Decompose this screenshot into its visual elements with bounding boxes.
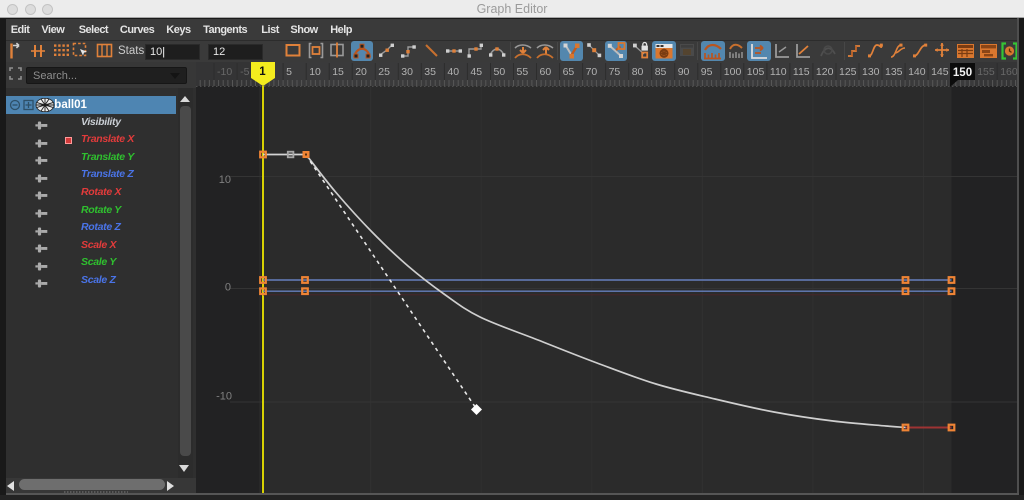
svg-text:110: 110: [770, 66, 787, 78]
svg-text:160: 160: [1000, 66, 1017, 78]
svg-text:135: 135: [885, 66, 903, 78]
svg-text:115: 115: [793, 66, 810, 78]
svg-text:45: 45: [470, 66, 482, 78]
svg-text:100: 100: [724, 66, 742, 78]
svg-text:120: 120: [816, 66, 834, 78]
svg-text:80: 80: [632, 66, 644, 78]
svg-text:-10: -10: [216, 391, 232, 403]
svg-text:75: 75: [609, 66, 621, 78]
svg-text:20: 20: [355, 66, 367, 78]
svg-text:35: 35: [424, 66, 436, 78]
svg-text:55: 55: [517, 66, 529, 78]
svg-text:130: 130: [862, 66, 880, 78]
svg-text:0: 0: [225, 282, 231, 294]
svg-text:140: 140: [908, 66, 926, 78]
svg-text:150: 150: [953, 67, 972, 79]
svg-text:105: 105: [747, 66, 765, 78]
svg-text:-10: -10: [217, 66, 232, 78]
svg-text:60: 60: [540, 66, 552, 78]
svg-text:85: 85: [655, 66, 667, 78]
svg-text:10: 10: [219, 174, 231, 186]
svg-text:90: 90: [678, 66, 690, 78]
svg-text:-5: -5: [240, 66, 249, 78]
svg-text:155: 155: [977, 66, 995, 78]
svg-text:50: 50: [494, 66, 506, 78]
svg-text:125: 125: [839, 66, 857, 78]
svg-text:1: 1: [259, 66, 266, 78]
svg-text:10: 10: [309, 66, 321, 78]
svg-text:95: 95: [701, 66, 713, 78]
svg-text:145: 145: [931, 66, 949, 78]
svg-text:70: 70: [586, 66, 598, 78]
svg-text:15: 15: [332, 66, 344, 78]
svg-text:30: 30: [401, 66, 413, 78]
svg-text:5: 5: [286, 66, 292, 78]
svg-text:40: 40: [447, 66, 459, 78]
svg-text:65: 65: [563, 66, 575, 78]
svg-text:25: 25: [378, 66, 390, 78]
